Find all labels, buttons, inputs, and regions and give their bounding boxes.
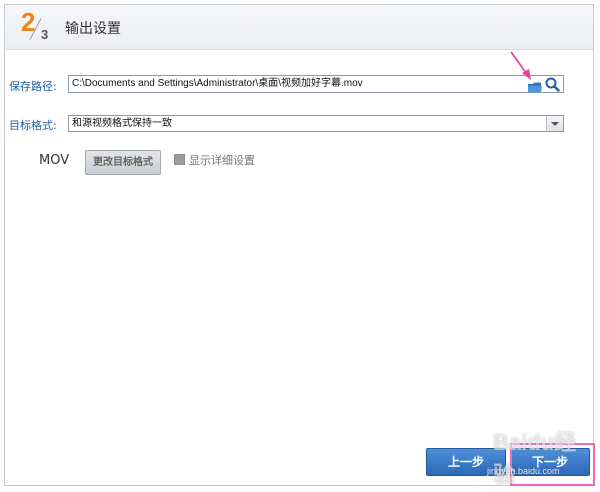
search-icon[interactable] (545, 77, 560, 92)
chevron-down-icon[interactable] (546, 116, 563, 131)
format-name: MOV (39, 153, 70, 168)
save-path-input[interactable]: C:\Documents and Settings\Administrator\… (68, 75, 564, 93)
annotation-arrow-icon (510, 51, 531, 80)
output-settings-window: 2 3 输出设置 保存路径: C:\Documents and Settings… (4, 4, 595, 487)
step-total: 3 (41, 27, 49, 42)
show-details-label: 显示详细设置 (189, 154, 255, 167)
watermark-logo: Baidu经验 (493, 430, 577, 487)
dialog-header: 2 3 输出设置 (5, 5, 593, 50)
target-format-value: 和源视频格式保持一致 (72, 118, 172, 129)
save-path-label: 保存路径: (9, 80, 57, 93)
watermark-url: jingyan.baidu.com (487, 466, 560, 476)
page-title: 输出设置 (65, 21, 121, 37)
target-format-label: 目标格式: (9, 119, 57, 132)
target-format-select[interactable]: 和源视频格式保持一致 (68, 115, 564, 132)
change-format-button[interactable]: 更改目标格式 (85, 150, 161, 175)
show-details-checkbox[interactable] (174, 154, 185, 165)
